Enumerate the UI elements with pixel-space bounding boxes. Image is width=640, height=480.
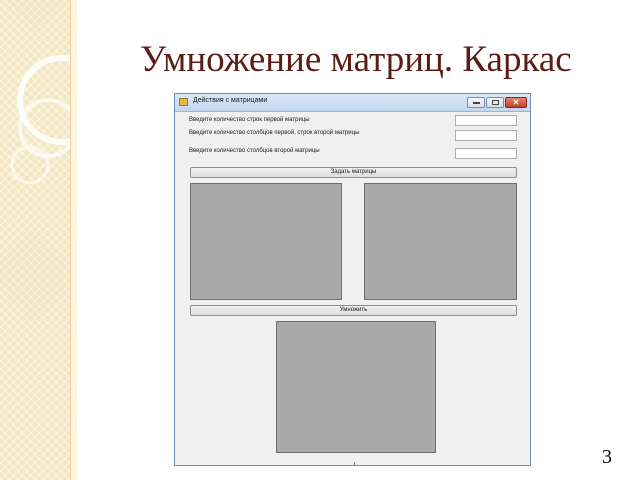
cols-second-label: Введите количество столбцов второй матри…	[189, 148, 320, 154]
page-number: 3	[602, 446, 612, 468]
rows-first-input[interactable]	[455, 115, 517, 126]
set-matrices-button[interactable]: Задать матрицы	[190, 167, 517, 178]
maximize-icon	[492, 100, 499, 105]
app-window: Действия с матрицами ✕ Введите количеств…	[174, 93, 531, 466]
decorative-rule	[70, 0, 77, 480]
window-titlebar[interactable]: Действия с матрицами ✕	[175, 94, 530, 112]
close-button[interactable]: ✕	[505, 97, 527, 108]
decorative-left-strip	[0, 0, 70, 480]
slide-title: Умножение матриц. Каркас	[140, 39, 572, 80]
result-matrix-grid[interactable]	[276, 321, 436, 453]
window-title: Действия с матрицами	[193, 97, 268, 104]
second-matrix-grid[interactable]	[364, 183, 517, 300]
first-matrix-grid[interactable]	[190, 183, 342, 300]
minimize-button[interactable]	[467, 97, 485, 108]
maximize-button[interactable]	[486, 97, 504, 108]
status-tick	[354, 462, 355, 465]
decorative-circles	[10, 55, 70, 185]
cols-first-rows-second-input[interactable]	[455, 130, 517, 141]
minimize-icon	[473, 102, 480, 104]
cols-first-rows-second-label: Введите количество столбцов первой, стро…	[189, 130, 360, 136]
cols-second-input[interactable]	[455, 148, 517, 159]
app-icon	[179, 98, 188, 106]
multiply-button[interactable]: Умножить	[190, 305, 517, 316]
close-icon: ✕	[512, 98, 520, 107]
rows-first-label: Введите количество строк первой матрицы	[189, 117, 310, 123]
